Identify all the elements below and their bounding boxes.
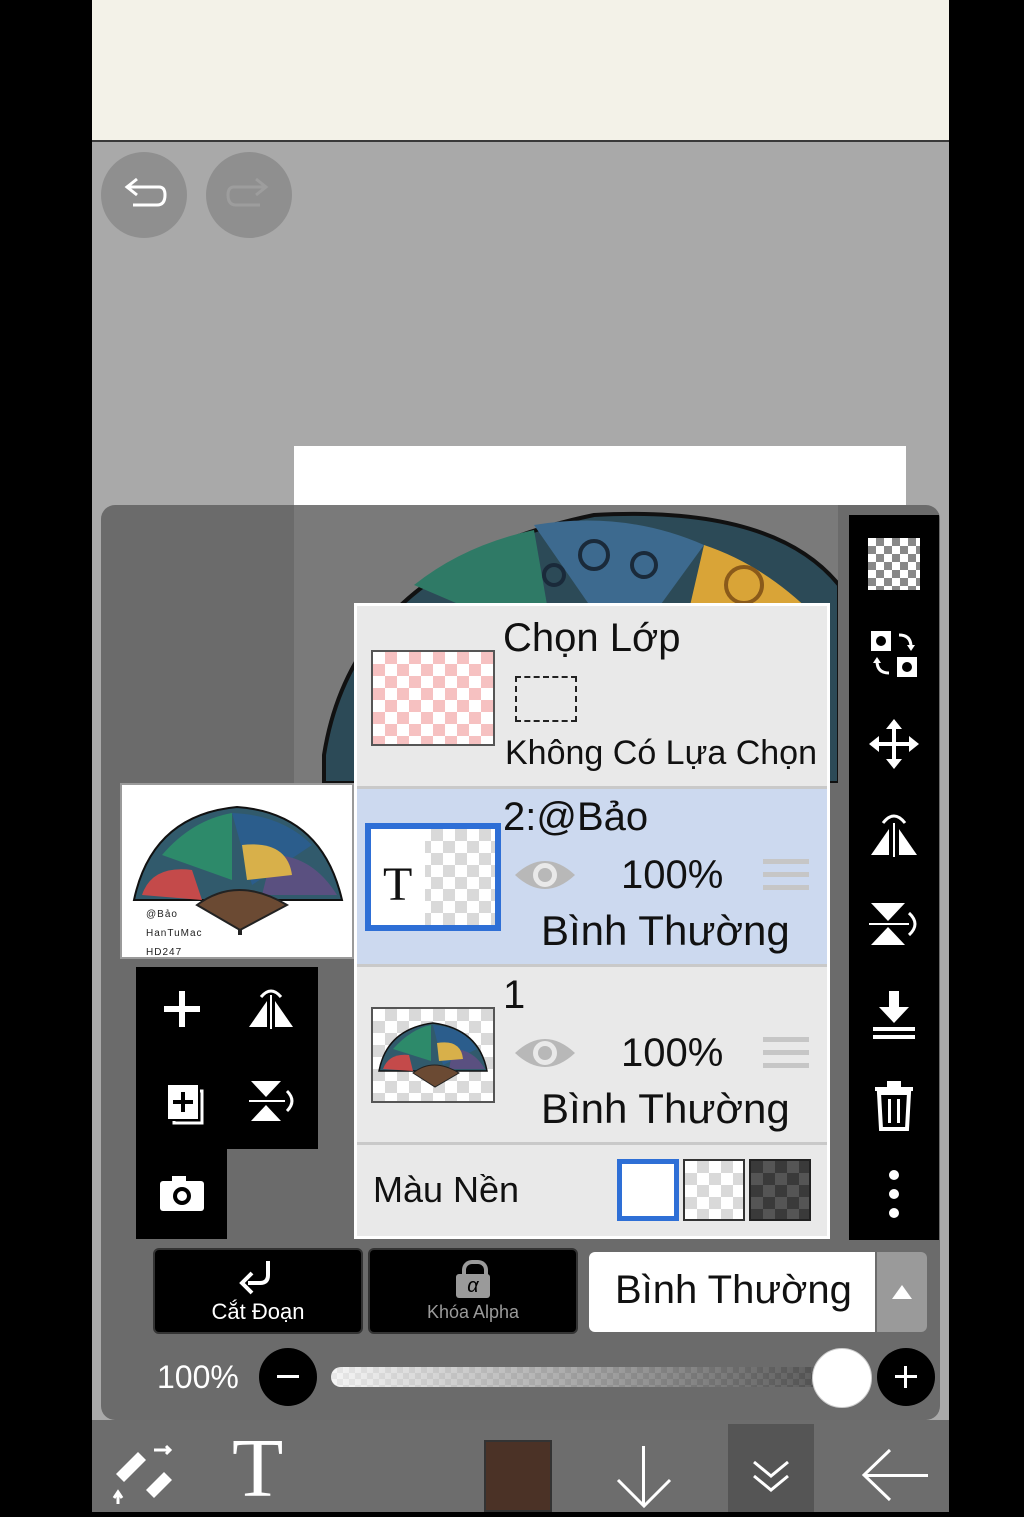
plus-icon <box>164 991 200 1027</box>
undo-icon <box>124 177 167 207</box>
arrow-left-icon <box>861 1448 928 1502</box>
flip-vertical-icon <box>249 1081 294 1121</box>
add-layer-button[interactable] <box>156 983 208 1035</box>
flip-layer-vertical-button[interactable] <box>245 1075 297 1127</box>
alpha-lock-label: Khóa Alpha <box>426 1301 520 1322</box>
bottom-toolbar: T <box>92 1420 949 1512</box>
blend-mode-select[interactable]: Bình Thường <box>589 1252 875 1332</box>
swap-layer-button[interactable] <box>863 623 925 685</box>
move-arrows-icon <box>869 719 919 769</box>
flip-horizontal-button[interactable] <box>863 803 925 865</box>
background-color-row: Màu Nền <box>357 1145 827 1236</box>
duplicate-icon <box>168 1085 204 1125</box>
clipping-label: Cắt Đoạn <box>211 1299 305 1324</box>
clip-arrow-icon <box>239 1261 270 1295</box>
text-tool-button[interactable]: T <box>232 1426 283 1512</box>
opacity-increase-button[interactable] <box>877 1348 935 1406</box>
redo-button[interactable] <box>206 152 292 238</box>
selection-layer-title: Chọn Lớp <box>503 616 681 660</box>
layer-row[interactable]: T 2:@Bảo 100% Bình Thường <box>357 789 827 967</box>
visibility-toggle[interactable] <box>513 1031 577 1080</box>
layer-panel: @Bảo HanTuMac HD247 Chọn Lớp Không Có Lự… <box>101 505 940 1420</box>
more-vertical-icon <box>889 1170 899 1218</box>
flip-horizontal-icon <box>249 989 293 1029</box>
layer-list: Chọn Lớp Không Có Lựa Chọn T 2:@Bảo 100% <box>354 603 830 1239</box>
opacity-decrease-button[interactable] <box>259 1348 317 1406</box>
preview-watermark: @Bảo HanTuMac HD247 <box>146 905 203 958</box>
blend-mode-value: Bình Thường <box>615 1268 852 1312</box>
transform-tool-icon <box>112 1444 173 1504</box>
caret-up-icon <box>892 1285 912 1299</box>
text-layer-glyph: T <box>383 858 413 911</box>
flip-horizontal-icon <box>871 814 917 857</box>
drag-handle-icon[interactable] <box>763 1037 809 1077</box>
alpha-lock-button[interactable]: α Khóa Alpha <box>368 1248 578 1334</box>
selection-status: Không Có Lựa Chọn <box>505 734 817 772</box>
redo-icon <box>226 177 269 207</box>
layer-name: 1 <box>503 973 526 1017</box>
double-chevron-down-icon <box>753 1460 789 1492</box>
visibility-toggle[interactable] <box>513 853 577 902</box>
canvas-preview-thumbnail[interactable]: @Bảo HanTuMac HD247 <box>120 783 354 959</box>
background-transparent-option[interactable] <box>683 1159 745 1221</box>
more-options-button[interactable] <box>863 1163 925 1225</box>
background-label: Màu Nền <box>373 1169 520 1210</box>
background-white-option[interactable] <box>617 1159 679 1221</box>
alpha-symbol: α <box>456 1273 490 1298</box>
watermark-line: HD247 <box>146 947 183 958</box>
undo-button[interactable] <box>101 152 187 238</box>
selection-layer-thumbnail <box>371 650 495 746</box>
flip-vertical-button[interactable] <box>863 893 925 955</box>
minus-icon <box>277 1375 299 1378</box>
layer-blend-mode: Bình Thường <box>541 907 790 954</box>
eye-icon <box>515 1039 575 1067</box>
trash-icon <box>875 1081 913 1131</box>
duplicate-layer-button[interactable] <box>156 1075 208 1127</box>
layer-tools-sidebar <box>849 515 939 1240</box>
opacity-value: 100% <box>157 1359 239 1395</box>
flip-layer-horizontal-button[interactable] <box>245 983 297 1035</box>
top-bar <box>92 0 949 142</box>
layer-thumbnail: T <box>365 823 501 931</box>
layer-thumbnail <box>371 1007 495 1103</box>
layer-opacity: 100% <box>621 853 724 897</box>
clipping-button[interactable]: Cắt Đoạn <box>153 1248 363 1334</box>
watermark-line: @Bảo <box>146 909 178 920</box>
selection-layer-row[interactable]: Chọn Lớp Không Có Lựa Chọn <box>357 606 827 789</box>
collapse-panel-button[interactable] <box>728 1424 814 1512</box>
lock-icon: α <box>456 1259 490 1298</box>
opacity-slider-thumb[interactable] <box>812 1348 872 1408</box>
plus-icon <box>895 1366 917 1388</box>
layer-blend-mode: Bình Thường <box>541 1085 790 1132</box>
fan-thumbnail-image <box>378 1022 488 1088</box>
drag-handle-icon[interactable] <box>763 859 809 899</box>
swap-icon <box>871 631 917 677</box>
delete-layer-button[interactable] <box>863 1073 925 1135</box>
layer-row[interactable]: 1 100% Bình Thường <box>357 967 827 1145</box>
arrow-down-icon <box>616 1446 672 1509</box>
current-color-swatch[interactable] <box>484 1440 552 1512</box>
select-transform-tool-button[interactable] <box>110 1440 178 1508</box>
selection-rect-icon <box>515 676 577 722</box>
flip-vertical-icon <box>869 903 917 945</box>
watermark-line: HanTuMac <box>146 928 203 939</box>
opacity-slider-track[interactable] <box>331 1367 836 1387</box>
scroll-down-button[interactable] <box>612 1440 676 1510</box>
back-button[interactable] <box>854 1440 934 1510</box>
camera-icon <box>160 1176 204 1211</box>
checkerboard-icon <box>868 538 920 590</box>
layer-name: 2:@Bảo <box>503 795 649 839</box>
transparency-checker-button[interactable] <box>863 533 925 595</box>
eye-icon <box>515 861 575 889</box>
merge-down-button[interactable] <box>863 983 925 1045</box>
blend-mode-dropdown-button[interactable] <box>877 1252 927 1332</box>
camera-button[interactable] <box>156 1167 208 1219</box>
app-window: @Bảo HanTuMac HD247 Chọn Lớp Không Có Lự… <box>92 0 949 1512</box>
move-layer-button[interactable] <box>863 713 925 775</box>
layer-opacity: 100% <box>621 1031 724 1075</box>
background-dark-option[interactable] <box>749 1159 811 1221</box>
merge-down-icon <box>873 991 915 1039</box>
